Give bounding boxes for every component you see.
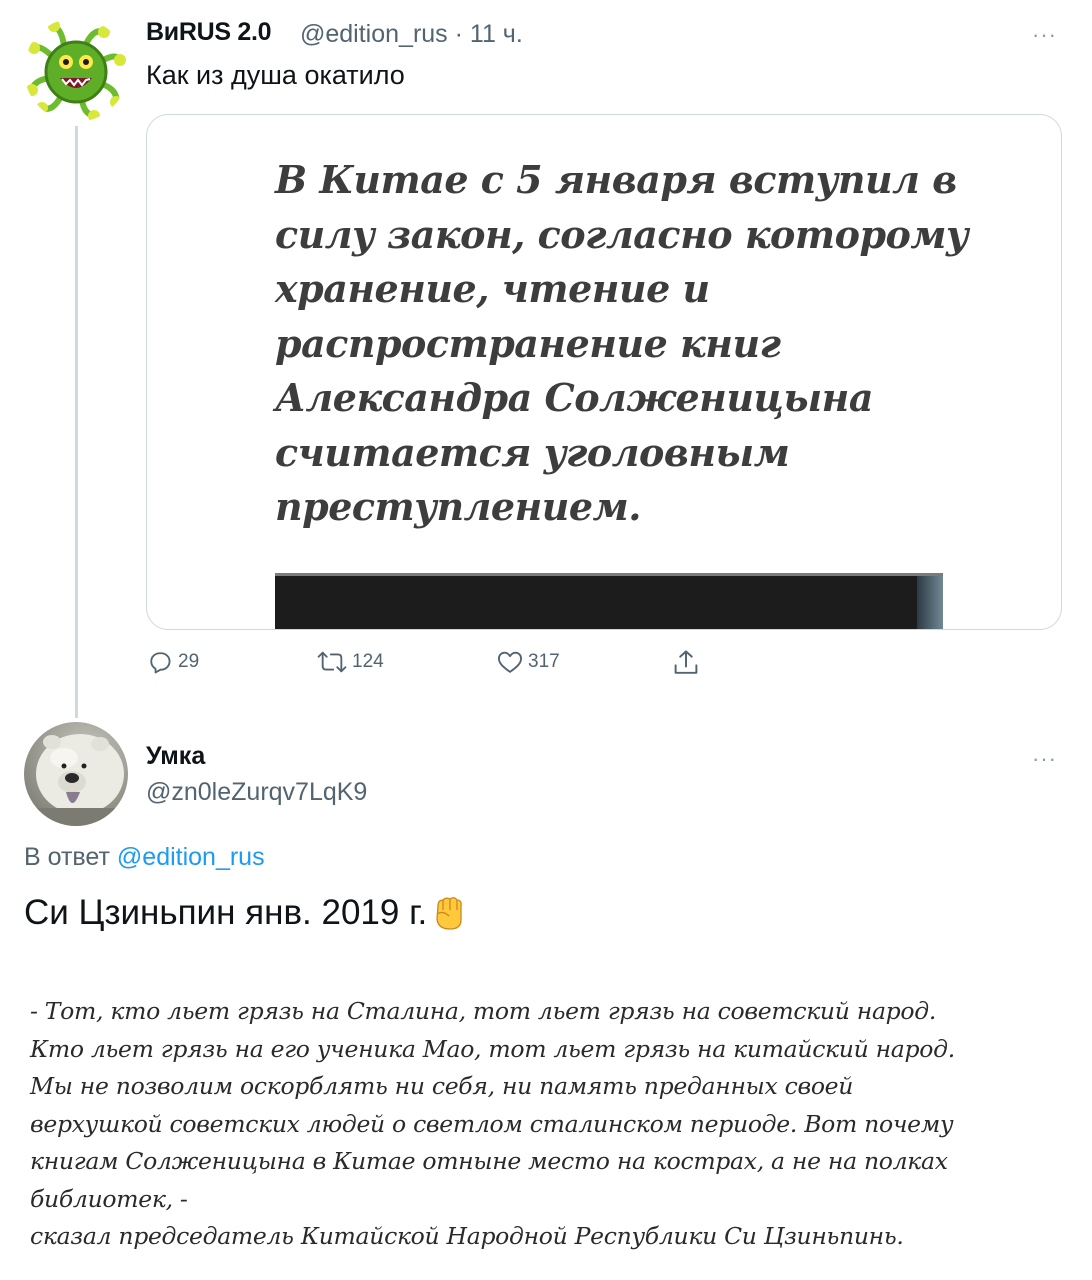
quote-line: библиотек, - bbox=[30, 1184, 188, 1213]
like-icon bbox=[497, 651, 523, 673]
reply-button[interactable]: 29 bbox=[146, 648, 199, 676]
reply-count: 29 bbox=[178, 651, 200, 672]
share-button[interactable] bbox=[672, 648, 700, 678]
quote-line: Мы не позволим оскорблять ни себя, ни па… bbox=[30, 1072, 854, 1100]
card-photo bbox=[275, 573, 943, 629]
quote-image-text: - Тот, кто льет грязь на Сталина, тот ль… bbox=[30, 993, 1070, 1256]
share-icon bbox=[674, 650, 698, 674]
polar-bear-avatar-icon bbox=[24, 734, 128, 826]
quote-line: - Тот, кто льет грязь на Сталина, тот ль… bbox=[30, 997, 937, 1025]
user-handle[interactable]: @zn0leZurqv7LqK9 bbox=[146, 778, 367, 807]
retweet-button[interactable]: 124 bbox=[316, 648, 384, 676]
retweet-icon bbox=[317, 651, 347, 673]
reply-icon bbox=[150, 652, 171, 674]
reply-context: В ответ @edition_rus bbox=[24, 843, 265, 872]
display-name[interactable]: Умка bbox=[146, 742, 205, 771]
tweet-text-content: Си Цзиньпин янв. 2019 г. bbox=[24, 893, 428, 932]
quote-line: Кто льет грязь на его ученика Мао, тот л… bbox=[30, 1034, 955, 1063]
quote-line: сказал председатель Китайской Народной Р… bbox=[30, 1222, 904, 1250]
more-icon[interactable]: ··· bbox=[1032, 746, 1057, 772]
like-button[interactable]: 317 bbox=[496, 648, 560, 676]
tweet-text: Как из душа окатило bbox=[146, 60, 405, 90]
like-count: 317 bbox=[528, 651, 560, 672]
virus-avatar-icon bbox=[24, 18, 128, 122]
retweet-count: 124 bbox=[352, 651, 384, 672]
tweet-text: Си Цзиньпин янв. 2019 г. bbox=[24, 893, 467, 933]
reply-handle-link[interactable]: @edition_rus bbox=[117, 843, 265, 871]
avatar[interactable] bbox=[24, 18, 128, 122]
thread-line bbox=[75, 126, 78, 718]
media-card[interactable]: В Китае с 5 января вступил в силу закон,… bbox=[146, 114, 1062, 630]
reply-prefix: В ответ bbox=[24, 843, 110, 871]
more-icon[interactable]: ··· bbox=[1032, 22, 1057, 48]
quote-line: книгам Солженицына в Китае отныне место … bbox=[30, 1147, 948, 1175]
handle-and-time[interactable]: @edition_rus · 11 ч. bbox=[300, 20, 523, 49]
quote-line: верхушкой советских людей о светлом стал… bbox=[30, 1109, 954, 1138]
avatar[interactable] bbox=[24, 722, 128, 826]
fist-emoji bbox=[436, 897, 463, 930]
card-text: В Китае с 5 января вступил в силу закон,… bbox=[275, 157, 969, 529]
display-name[interactable]: ВиRUS 2.0 bbox=[146, 18, 272, 47]
